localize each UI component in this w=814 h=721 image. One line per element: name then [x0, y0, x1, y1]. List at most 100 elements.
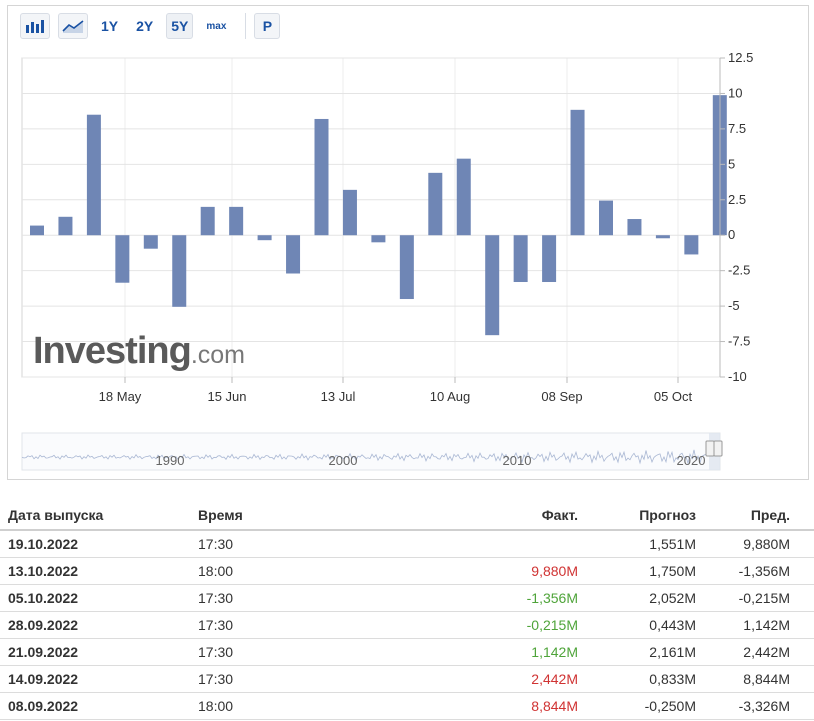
- bar[interactable]: [371, 235, 386, 243]
- bar[interactable]: [86, 114, 101, 236]
- bar[interactable]: [627, 219, 642, 236]
- navigator-label: 2000: [329, 453, 358, 468]
- investing-logo: Investing.com: [33, 330, 245, 372]
- row-time: 17:30: [198, 665, 368, 693]
- bar-chart: 12.5 10 7.5 5 2.5 0 -2.5 -5 -7.5 -10 18 May 15 Jun…: [21, 50, 753, 471]
- row-time: 17:30: [198, 638, 368, 666]
- table-row: 21.09.2022 17:30 1,142M 2,161M 2,442M: [0, 638, 814, 666]
- row-actual: 8,844M: [368, 692, 578, 720]
- bar[interactable]: [172, 235, 187, 307]
- y-tick-label: 12.5: [728, 50, 753, 65]
- y-tick-label: -5: [728, 298, 740, 313]
- bar[interactable]: [200, 206, 215, 236]
- row-previous: 8,844M: [696, 665, 814, 693]
- x-tick-label: 15 Jun: [207, 389, 246, 404]
- row-forecast: 2,161M: [578, 638, 696, 666]
- row-date: 19.10.2022: [0, 530, 198, 558]
- y-tick-label: -7.5: [728, 334, 750, 349]
- row-date: 05.10.2022: [0, 584, 198, 612]
- navigator[interactable]: 1990 2000 2010 2020: [21, 432, 723, 471]
- table-row: 14.09.2022 17:30 2,442M 0,833M 8,844M: [0, 665, 814, 693]
- row-previous: -0,215M: [696, 584, 814, 612]
- row-actual: 1,142M: [368, 638, 578, 666]
- bar[interactable]: [286, 235, 301, 274]
- row-previous: 9,880M: [696, 530, 814, 558]
- row-time: 18:00: [198, 692, 368, 720]
- y-tick-label: -2.5: [728, 263, 750, 278]
- header-previous: Пред.: [696, 500, 814, 531]
- bar[interactable]: [143, 235, 158, 249]
- row-date: 28.09.2022: [0, 611, 198, 639]
- navigator-handle[interactable]: [705, 440, 715, 457]
- x-tick-label: 10 Aug: [430, 389, 471, 404]
- table-row: 13.10.2022 18:00 9,880M 1,750M -1,356M: [0, 557, 814, 585]
- navigator-label: 2010: [503, 453, 532, 468]
- header-time: Время: [198, 500, 368, 531]
- bar[interactable]: [655, 235, 670, 239]
- row-previous: 1,142M: [696, 611, 814, 639]
- navigator-track[interactable]: [21, 432, 721, 471]
- events-table: Дата выпуска Время Факт. Прогноз Пред. 1…: [0, 500, 814, 720]
- bar[interactable]: [314, 118, 329, 236]
- y-tick-label: -10: [728, 369, 747, 384]
- row-forecast: 1,551M: [578, 530, 696, 558]
- row-actual: -0,215M: [368, 611, 578, 639]
- bar[interactable]: [485, 235, 500, 336]
- table-row: 19.10.2022 17:30 1,551M 9,880M: [0, 530, 814, 558]
- y-tick-label: 5: [728, 156, 735, 171]
- table-row: 08.09.2022 18:00 8,844M -0,250M -3,326M: [0, 692, 814, 720]
- row-time: 17:30: [198, 584, 368, 612]
- x-tick-label: 08 Sep: [541, 389, 582, 404]
- bar[interactable]: [428, 172, 443, 236]
- row-actual: [368, 530, 578, 558]
- table-row: 28.09.2022 17:30 -0,215M 0,443M 1,142M: [0, 611, 814, 639]
- bar[interactable]: [684, 235, 699, 255]
- row-forecast: 0,443M: [578, 611, 696, 639]
- navigator-handle[interactable]: [713, 440, 723, 457]
- x-axis: 18 May 15 Jun 13 Jul 10 Aug 08 Sep 05 Oct: [99, 377, 693, 404]
- bar[interactable]: [58, 216, 73, 236]
- row-actual: -1,356M: [368, 584, 578, 612]
- row-previous: -3,326M: [696, 692, 814, 720]
- bar[interactable]: [342, 189, 357, 236]
- bar[interactable]: [570, 109, 585, 236]
- table-row: 05.10.2022 17:30 -1,356M 2,052M -0,215M: [0, 584, 814, 612]
- row-forecast: 0,833M: [578, 665, 696, 693]
- row-forecast: -0,250M: [578, 692, 696, 720]
- row-forecast: 1,750M: [578, 557, 696, 585]
- navigator-label: 1990: [156, 453, 185, 468]
- bar[interactable]: [257, 235, 272, 241]
- header-date: Дата выпуска: [0, 500, 198, 531]
- y-tick-label: 2.5: [728, 192, 746, 207]
- row-previous: -1,356M: [696, 557, 814, 585]
- x-tick-label: 13 Jul: [321, 389, 356, 404]
- bar[interactable]: [30, 225, 44, 236]
- table-header-row: Дата выпуска Время Факт. Прогноз Пред.: [0, 500, 814, 531]
- bar[interactable]: [542, 235, 557, 283]
- row-time: 17:30: [198, 530, 368, 558]
- row-actual: 9,880M: [368, 557, 578, 585]
- bar[interactable]: [513, 235, 528, 283]
- row-time: 17:30: [198, 611, 368, 639]
- bar[interactable]: [115, 235, 130, 283]
- y-tick-label: 10: [728, 85, 742, 100]
- y-tick-label: 7.5: [728, 121, 746, 136]
- bar[interactable]: [456, 158, 471, 236]
- row-date: 21.09.2022: [0, 638, 198, 666]
- navigator-label: 2020: [677, 453, 706, 468]
- row-forecast: 2,052M: [578, 584, 696, 612]
- bar[interactable]: [229, 206, 244, 236]
- row-previous: 2,442M: [696, 638, 814, 666]
- row-date: 14.09.2022: [0, 665, 198, 693]
- y-tick-label: 0: [728, 227, 735, 242]
- header-forecast: Прогноз: [578, 500, 696, 531]
- row-date: 13.10.2022: [0, 557, 198, 585]
- bar[interactable]: [599, 200, 613, 236]
- x-tick-label: 05 Oct: [654, 389, 693, 404]
- row-actual: 2,442M: [368, 665, 578, 693]
- row-date: 08.09.2022: [0, 692, 198, 720]
- bar[interactable]: [399, 235, 414, 300]
- x-tick-label: 18 May: [99, 389, 142, 404]
- header-actual: Факт.: [368, 500, 578, 531]
- row-time: 18:00: [198, 557, 368, 585]
